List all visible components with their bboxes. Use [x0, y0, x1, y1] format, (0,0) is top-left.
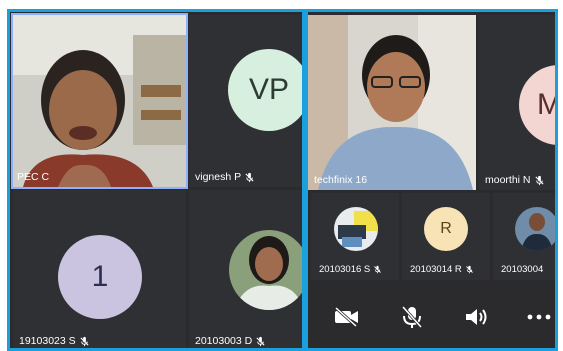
speaker-button[interactable]: [460, 302, 494, 332]
mic-muted-icon: [374, 265, 382, 274]
more-options-button[interactable]: [522, 302, 555, 332]
thumbnail-tile-20103004[interactable]: 20103004: [493, 193, 555, 280]
initials-avatar: 1: [58, 235, 142, 319]
participant-name: vignesh P: [195, 171, 255, 183]
mic-muted-icon: [245, 172, 254, 182]
video-off-icon: [334, 307, 358, 327]
participant-tile-19103023-s[interactable]: 1 19103023 S: [13, 190, 186, 348]
participant-tile-20103003-d[interactable]: 20103003 D: [189, 190, 302, 348]
participant-video: [308, 15, 476, 190]
participant-tile-moorthi-n[interactable]: M moorthi N: [479, 15, 555, 190]
participant-name: PEC C: [17, 171, 50, 183]
call-control-bar: [308, 284, 555, 348]
participant-profile-photo: [229, 230, 302, 310]
participant-tile-vignesh-p[interactable]: M VP vignesh P: [189, 15, 302, 187]
left-participant-grid: PEC C M VP vignesh P 1 19103023 S: [7, 9, 305, 351]
mic-muted-icon: [465, 265, 473, 274]
participant-profile-photo: [334, 207, 378, 251]
participant-name: 20103014 R: [410, 264, 474, 275]
participant-name: 20103003 D: [195, 335, 266, 347]
participant-video: [13, 15, 186, 187]
initials-avatar: M VP: [228, 49, 302, 131]
participant-name: techfinix 16: [314, 174, 368, 186]
more-options-icon: [527, 314, 551, 320]
mic-muted-icon: [80, 336, 89, 346]
initials-avatar: R: [424, 207, 468, 251]
mic-off-icon: [401, 305, 423, 329]
speaker-icon: [466, 309, 487, 325]
participant-profile-photo: [515, 207, 555, 251]
camera-toggle-button[interactable]: [330, 302, 364, 332]
participant-name: 19103023 S: [19, 335, 90, 347]
thumbnail-tile-20103016-s[interactable]: 20103016 S: [311, 193, 399, 280]
mic-muted-icon: [534, 175, 544, 185]
microphone-toggle-button[interactable]: [395, 302, 429, 332]
thumbnail-tile-20103014-r[interactable]: R 20103014 R: [402, 193, 490, 280]
mic-muted-icon: [256, 336, 265, 346]
participant-name: 20103004: [501, 264, 544, 275]
participant-tile-pec-c[interactable]: PEC C: [11, 13, 188, 189]
participant-tile-techfinix-16[interactable]: techfinix 16: [308, 15, 476, 190]
participant-name: 20103016 S: [319, 264, 382, 275]
right-participant-grid: techfinix 16 M moorthi N: [305, 9, 558, 351]
participant-name: moorthi N: [485, 174, 545, 186]
initials-avatar: M: [519, 65, 555, 145]
